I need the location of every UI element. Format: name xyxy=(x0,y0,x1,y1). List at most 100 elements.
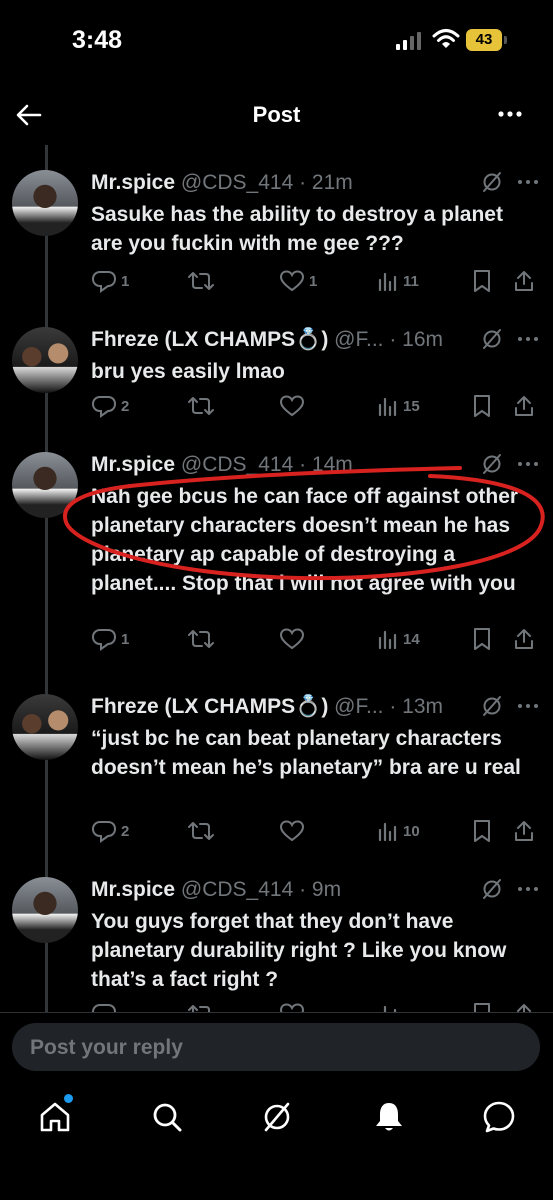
grok-explain-icon[interactable] xyxy=(480,877,504,901)
post-text: “just bc he can beat planetary character… xyxy=(91,727,521,779)
share-button[interactable] xyxy=(513,626,535,652)
reply-placeholder: Post your reply xyxy=(30,1036,183,1059)
display-name[interactable]: Fhreze (LX CHAMPS💍) xyxy=(91,695,328,718)
grok-explain-icon[interactable] xyxy=(480,452,504,476)
reply-button[interactable]: 1 xyxy=(91,268,129,294)
post-header: Mr.spice @CDS_414 · 9m xyxy=(91,877,341,903)
like-button[interactable]: 1 xyxy=(279,268,317,294)
reply-bar: Post your reply xyxy=(0,1012,553,1083)
like-count: 1 xyxy=(309,272,318,290)
reply-button[interactable]: 1 xyxy=(91,626,129,652)
grok-explain-icon[interactable] xyxy=(480,170,504,194)
page-title: Post xyxy=(252,102,301,127)
user-handle: @F... xyxy=(334,695,384,718)
top-nav: Post xyxy=(0,88,553,140)
post-header: Mr.spice @CDS_414 · 14m xyxy=(91,452,353,478)
reply-count: 1 xyxy=(121,272,130,290)
user-handle: @CDS_414 xyxy=(180,453,294,476)
like-button[interactable] xyxy=(279,626,309,652)
reply-button[interactable]: 2 xyxy=(91,818,129,844)
post-more-icon[interactable] xyxy=(516,452,540,476)
view-count: 14 xyxy=(403,630,420,648)
wifi-icon xyxy=(432,29,460,48)
bottom-tab-bar xyxy=(0,1082,553,1200)
post-time: · 13m xyxy=(389,695,444,718)
view-count: 11 xyxy=(403,272,419,290)
repost-button[interactable] xyxy=(187,626,215,652)
bookmark-icon xyxy=(474,628,490,650)
search-icon[interactable] xyxy=(150,1100,184,1134)
share-icon xyxy=(515,629,533,649)
repost-button[interactable] xyxy=(187,393,215,419)
grok-icon[interactable] xyxy=(260,1100,294,1134)
home-icon[interactable] xyxy=(38,1100,72,1134)
like-icon xyxy=(279,820,305,842)
grok-explain-icon[interactable] xyxy=(480,694,504,718)
avatar[interactable] xyxy=(12,694,78,760)
display-name[interactable]: Mr.spice xyxy=(91,878,175,901)
home-notification-dot xyxy=(64,1094,73,1103)
avatar[interactable] xyxy=(12,877,78,943)
post-time: · 9m xyxy=(299,878,342,901)
battery-tip xyxy=(504,36,507,44)
display-name[interactable]: Mr.spice xyxy=(91,453,175,476)
bookmark-button[interactable] xyxy=(471,818,493,844)
grok-explain-icon[interactable] xyxy=(480,327,504,351)
avatar[interactable] xyxy=(12,452,78,518)
reply-button[interactable]: 2 xyxy=(91,393,129,419)
reply-icon xyxy=(91,271,117,293)
post-actions: 1 14 xyxy=(91,626,533,654)
user-handle: @F... xyxy=(334,328,384,351)
bookmark-button[interactable] xyxy=(471,626,493,652)
avatar[interactable] xyxy=(12,327,78,393)
reply-count: 1 xyxy=(121,630,130,648)
like-button[interactable] xyxy=(279,818,309,844)
cellular-signal-icon xyxy=(396,32,421,50)
post-more-icon[interactable] xyxy=(516,694,540,718)
bookmark-button[interactable] xyxy=(471,268,493,294)
post-actions: 2 10 xyxy=(91,818,533,846)
post-time: · 16m xyxy=(389,328,444,351)
views-icon xyxy=(378,272,397,292)
reply-icon xyxy=(91,629,117,651)
status-time: 3:48 xyxy=(72,26,123,54)
reply-input[interactable]: Post your reply xyxy=(12,1023,540,1071)
share-button[interactable] xyxy=(513,393,535,419)
bookmark-icon xyxy=(474,820,490,842)
views-button[interactable]: 15 xyxy=(377,393,420,419)
post-text: bru yes easily lmao xyxy=(91,360,285,383)
views-button[interactable]: 10 xyxy=(377,818,420,844)
like-button[interactable] xyxy=(279,393,309,419)
notifications-icon[interactable] xyxy=(372,1100,406,1134)
reply-count: 2 xyxy=(121,822,130,840)
bookmark-icon xyxy=(474,395,490,417)
repost-button[interactable] xyxy=(187,268,215,294)
post[interactable]: Mr.spice @CDS_414 · 21m Sasuke has the a… xyxy=(0,170,553,308)
post[interactable]: Fhreze (LX CHAMPS💍) @F... · 16m bru yes … xyxy=(0,327,553,433)
post-text: You guys forget that they don’t have pla… xyxy=(91,910,507,991)
post-more-icon[interactable] xyxy=(516,327,540,351)
views-button[interactable]: 11 xyxy=(377,268,419,294)
like-icon xyxy=(279,395,305,417)
display-name[interactable]: Fhreze (LX CHAMPS💍) xyxy=(91,328,328,351)
post[interactable]: Mr.spice @CDS_414 · 14m Nah gee bcus he … xyxy=(0,452,553,666)
post-more-icon[interactable] xyxy=(516,877,540,901)
repost-button[interactable] xyxy=(187,818,215,844)
bookmark-button[interactable] xyxy=(471,393,493,419)
repost-icon xyxy=(188,397,214,415)
post-text: Nah gee bcus he can face off against oth… xyxy=(91,485,519,595)
display-name[interactable]: Mr.spice xyxy=(91,171,175,194)
views-button[interactable]: 14 xyxy=(377,626,420,652)
share-button[interactable] xyxy=(513,818,535,844)
avatar[interactable] xyxy=(12,170,78,236)
more-options-icon[interactable] xyxy=(496,100,524,128)
post-time: · 21m xyxy=(299,171,353,194)
repost-icon xyxy=(188,630,214,648)
reply-icon xyxy=(91,821,117,843)
post[interactable]: Fhreze (LX CHAMPS💍) @F... · 13m “just bc… xyxy=(0,694,553,858)
view-count: 10 xyxy=(403,822,420,840)
post-more-icon[interactable] xyxy=(516,170,540,194)
messages-icon[interactable] xyxy=(482,1100,516,1134)
status-bar: 3:48 43 xyxy=(0,0,553,80)
share-button[interactable] xyxy=(513,268,535,294)
